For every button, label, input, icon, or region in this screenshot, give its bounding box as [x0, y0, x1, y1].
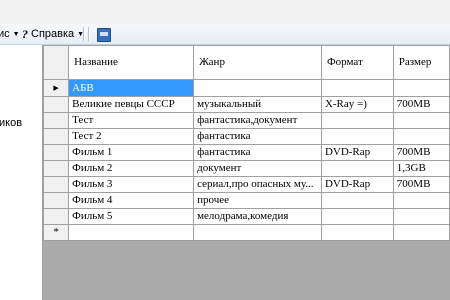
column-header-format[interactable]: Формат — [320, 45, 394, 80]
cell-size[interactable] — [392, 79, 450, 97]
table-row[interactable]: Фильм 3 сериал,про опасных му... DVD-Rap 70… — [42, 176, 450, 193]
menu-bar: ис ▼ ? Справка ▼ — [0, 24, 450, 45]
menu-item-help-label: Справка — [31, 28, 75, 40]
cell-size[interactable]: 700MB — [392, 96, 450, 113]
table-row[interactable]: Тест 2 фантастика — [42, 128, 450, 145]
cell-genre[interactable]: документ — [193, 160, 322, 177]
table-row[interactable]: Фильм 4 прочее — [42, 192, 450, 209]
cell-name[interactable]: АБВ — [68, 79, 195, 97]
chevron-down-icon: ▼ — [12, 30, 20, 38]
table-row[interactable]: Фильм 1 фантастика DVD-Rap 700MB — [42, 144, 450, 161]
cell-name[interactable]: Великие певцы СССР — [68, 96, 195, 113]
new-row[interactable]: * — [42, 224, 450, 241]
table-row[interactable]: Великие певцы СССР музыкальный X-Ray =) 700… — [42, 96, 450, 113]
cell-genre[interactable]: музыкальный — [193, 96, 322, 113]
cell-name[interactable]: Фильм 2 — [68, 160, 195, 177]
cell-name[interactable]: Фильм 3 — [68, 176, 195, 193]
cell-format[interactable] — [320, 128, 394, 145]
row-header-cell[interactable] — [42, 128, 70, 145]
cell-format[interactable]: DVD-Rap — [320, 176, 394, 193]
cell-format[interactable] — [320, 160, 394, 177]
table-row[interactable]: Фильм 5 мелодрама,комедия — [42, 208, 450, 225]
cell-genre[interactable]: мелодрама,комедия — [193, 208, 322, 225]
cell-genre[interactable] — [193, 224, 322, 241]
table-row[interactable]: Фильм 2 документ 1,3GB — [42, 160, 450, 177]
help-icon: ? — [22, 26, 28, 41]
data-grid-table: Название Жанр Формат Размер ▶ АБВ Великие … — [42, 45, 450, 241]
cell-format[interactable] — [320, 208, 394, 225]
current-row-indicator-icon: ▶ — [53, 84, 59, 92]
cell-genre[interactable]: фантастика — [193, 128, 322, 145]
data-grid: Название Жанр Формат Размер ▶ АБВ Великие … — [42, 45, 450, 300]
cell-name[interactable]: Тест — [68, 112, 195, 129]
menu-item-partial-label: ис — [0, 28, 10, 40]
column-header-name[interactable]: Название — [68, 45, 195, 80]
cell-format[interactable] — [320, 192, 394, 209]
table-row[interactable]: ▶ АБВ — [42, 79, 450, 97]
cell-name[interactable]: Фильм 5 — [68, 208, 195, 225]
row-header-cell[interactable]: * — [42, 224, 70, 241]
cell-name[interactable]: Тест 2 — [68, 128, 195, 145]
left-panel-label: иков — [0, 117, 23, 129]
row-header-cell[interactable] — [42, 192, 70, 209]
cell-format[interactable]: X-Ray =) — [320, 96, 394, 113]
cell-format[interactable]: DVD-Rap — [320, 144, 394, 161]
table-icon[interactable] — [97, 28, 111, 42]
new-row-indicator-icon: * — [53, 226, 59, 238]
row-header-cell[interactable] — [42, 96, 70, 113]
row-header-cell[interactable] — [42, 160, 70, 177]
cell-format[interactable] — [320, 79, 394, 97]
cell-name[interactable] — [68, 224, 195, 241]
row-header-cell[interactable]: ▶ — [42, 79, 70, 97]
cell-size[interactable] — [392, 224, 450, 241]
cell-size[interactable]: 700MB — [392, 144, 450, 161]
cell-format[interactable] — [320, 224, 394, 241]
cell-size[interactable]: 700MB — [392, 176, 450, 193]
row-header-cell[interactable] — [42, 208, 70, 225]
toolbar-separator — [88, 27, 90, 41]
cell-name[interactable]: Фильм 1 — [68, 144, 195, 161]
toolbar-separator — [83, 27, 85, 41]
corner-header-cell[interactable] — [42, 45, 70, 80]
grid-header-row: Название Жанр Формат Размер — [42, 45, 450, 80]
table-row[interactable]: Тест фантастика,документ — [42, 112, 450, 129]
cell-genre[interactable]: фантастика,документ — [193, 112, 322, 129]
column-header-genre[interactable]: Жанр — [193, 45, 322, 80]
cell-size[interactable] — [392, 128, 450, 145]
left-panel: иков — [0, 45, 43, 300]
cell-genre[interactable]: фантастика — [193, 144, 322, 161]
row-header-cell[interactable] — [42, 144, 70, 161]
row-header-cell[interactable] — [42, 112, 70, 129]
menu-item-partial[interactable]: ис ▼ — [0, 24, 20, 44]
cell-name[interactable]: Фильм 4 — [68, 192, 195, 209]
cell-genre[interactable] — [193, 79, 322, 97]
cell-size[interactable] — [392, 112, 450, 129]
cell-genre[interactable]: сериал,про опасных му... — [193, 176, 322, 193]
cell-size[interactable]: 1,3GB — [392, 160, 450, 177]
cell-format[interactable] — [320, 112, 394, 129]
cell-size[interactable] — [392, 192, 450, 209]
cell-size[interactable] — [392, 208, 450, 225]
menu-item-help[interactable]: ? Справка ▼ — [22, 24, 84, 44]
cell-genre[interactable]: прочее — [193, 192, 322, 209]
column-header-size[interactable]: Размер — [392, 45, 450, 80]
row-header-cell[interactable] — [42, 176, 70, 193]
